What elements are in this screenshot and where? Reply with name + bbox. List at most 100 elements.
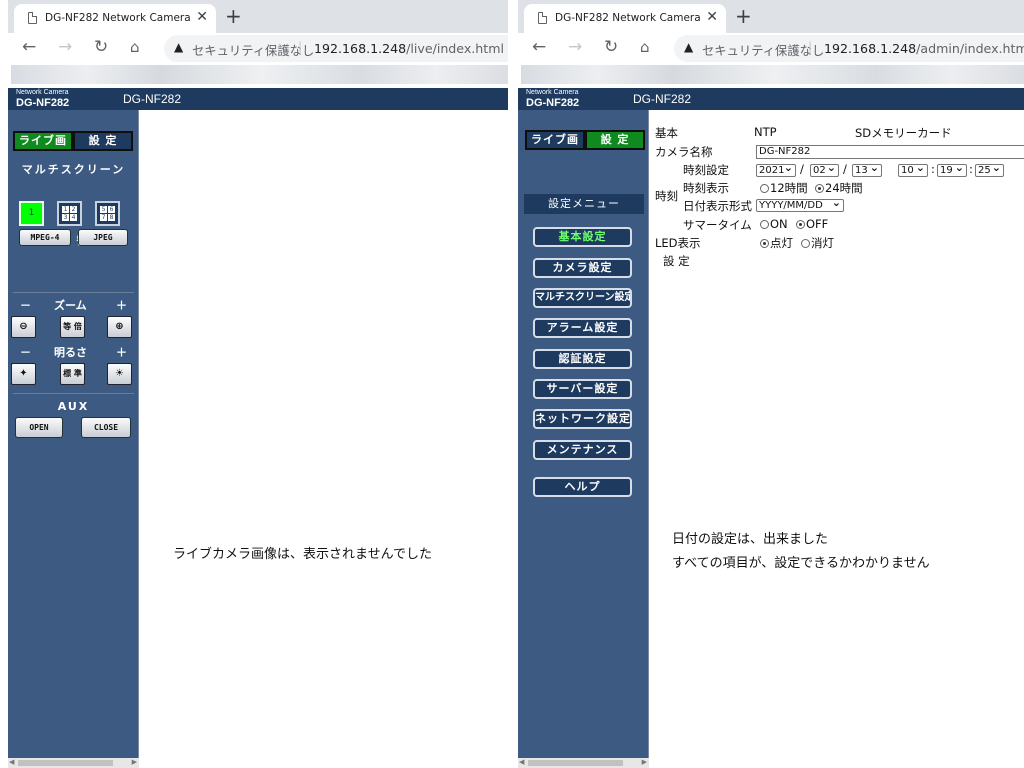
divider (13, 292, 134, 293)
month-select[interactable]: 02 (810, 162, 839, 177)
home-icon[interactable]: ⌂ (640, 37, 650, 57)
zoom-out-icon[interactable]: ⊖ (11, 316, 36, 338)
page-icon (538, 12, 547, 24)
zoom-plus-label: ＋ (116, 299, 127, 312)
divider (13, 393, 134, 394)
zoom-in-icon[interactable]: ⊕ (107, 316, 132, 338)
brightness-label: 明るさ (54, 346, 87, 359)
brand-line2: DG-NF282 (16, 97, 70, 109)
left-browser-window: DG-NF282 Network Camera ✕ + ← → ↻ ⌂ ▲ セキ… (8, 0, 508, 768)
radio-24h[interactable] (815, 184, 824, 193)
hour-select[interactable]: 10 (898, 162, 928, 177)
radio-led-on[interactable] (760, 239, 769, 248)
brightness-up-icon[interactable]: ☀ (107, 363, 132, 385)
radio-summer-off[interactable] (796, 220, 805, 229)
address-bar[interactable]: ▲ セキュリティ保護なし | 192.168.1.248/live/index.… (164, 35, 508, 62)
radio-12h[interactable] (760, 184, 769, 193)
menu-auth-settings[interactable]: 認証設定 (533, 349, 632, 369)
new-tab-icon[interactable]: + (735, 6, 752, 26)
tab-live[interactable]: ライブ画 (525, 130, 585, 150)
zoom-label: ズーム (54, 299, 87, 312)
close-tab-icon[interactable]: ✕ (196, 9, 208, 25)
new-tab-icon[interactable]: + (225, 6, 242, 26)
scroll-right-icon[interactable]: ▶ (132, 758, 137, 766)
url-text: 192.168.1.248/live/index.html (314, 41, 504, 56)
address-bar[interactable]: ▲ セキュリティ保護なし | 192.168.1.248/admin/index… (674, 35, 1024, 62)
result-message-line2: すべての項目が、設定できるかわかりません (672, 556, 930, 571)
radio-summer-on[interactable] (760, 220, 769, 229)
scroll-thumb[interactable] (18, 760, 113, 766)
tab-basic[interactable]: 基本 (655, 125, 678, 141)
tab-ntp[interactable]: NTP (754, 125, 777, 139)
horizontal-scrollbar[interactable]: ◀ ▶ (8, 758, 139, 768)
radio-led-off[interactable] (801, 239, 810, 248)
single-screen-button[interactable]: 1 (19, 201, 44, 226)
forward-icon[interactable]: → (58, 37, 72, 57)
time-group-label: 時刻 (655, 189, 678, 203)
year-select[interactable]: 2021 (756, 162, 796, 177)
tab-title: DG-NF282 Network Camera (555, 12, 701, 24)
menu-server-settings[interactable]: サーバー設定 (533, 379, 632, 399)
aux-label: AUX (57, 400, 90, 413)
browser-toolbar: ← → ↻ ⌂ ▲ セキュリティ保護なし | 192.168.1.248/adm… (518, 33, 1024, 64)
tab-settings[interactable]: 設 定 (585, 130, 645, 150)
browser-tab[interactable]: DG-NF282 Network Camera ✕ (524, 4, 726, 33)
camera-page: Network Camera DG-NF282 DG-NF282 ライブ画 設 … (8, 88, 508, 768)
camera-name-input[interactable]: DG-NF282 (756, 145, 1024, 159)
led-on-option[interactable]: 点灯 (760, 235, 793, 251)
multiscreen-label: マルチスクリーン (21, 163, 126, 176)
menu-maintenance[interactable]: メンテナンス (533, 440, 632, 460)
date-separator: / (800, 162, 804, 176)
aux-open-button[interactable]: OPEN (15, 417, 63, 438)
day-select[interactable]: 13 (852, 162, 882, 177)
reload-icon[interactable]: ↻ (604, 37, 618, 57)
time-12h-option[interactable]: 12時間 (760, 180, 808, 196)
menu-network-settings[interactable]: ネットワーク設定 (533, 409, 632, 429)
led-label: LED表示 (655, 236, 701, 250)
menu-camera-settings[interactable]: カメラ設定 (533, 258, 632, 278)
menu-alarm-settings[interactable]: アラーム設定 (533, 318, 632, 338)
reload-icon[interactable]: ↻ (94, 37, 108, 57)
aux-close-button[interactable]: CLOSE (81, 417, 131, 438)
minute-select[interactable]: 19 (937, 162, 967, 177)
menu-multiscreen-settings[interactable]: マルチスクリーン設定 (533, 288, 632, 308)
scroll-left-icon[interactable]: ◀ (9, 758, 14, 766)
back-icon[interactable]: ← (532, 37, 546, 57)
tab-live[interactable]: ライブ画 (13, 131, 73, 151)
summer-off-option[interactable]: OFF (796, 217, 828, 231)
second-select[interactable]: 25 (975, 162, 1004, 177)
scroll-right-icon[interactable]: ▶ (642, 758, 647, 766)
date-format-select[interactable]: YYYY/MM/DD (756, 197, 844, 212)
tab-strip: DG-NF282 Network Camera ✕ + (518, 0, 1024, 33)
time-24h-option[interactable]: 24時間 (815, 180, 863, 196)
close-tab-icon[interactable]: ✕ (706, 9, 718, 25)
quad-screen-5-8-button[interactable]: 5678 (95, 201, 120, 226)
browser-tab[interactable]: DG-NF282 Network Camera ✕ (14, 4, 216, 33)
menu-help[interactable]: ヘルプ (533, 477, 632, 497)
set-button[interactable]: 設 定 (663, 253, 690, 269)
tab-settings[interactable]: 設 定 (73, 131, 133, 151)
date-separator: / (843, 162, 847, 176)
scroll-left-icon[interactable]: ◀ (519, 758, 524, 766)
tab-sd-card[interactable]: SDメモリーカード (855, 125, 952, 141)
brightness-down-icon[interactable]: ✦ (11, 363, 36, 385)
scroll-thumb[interactable] (528, 760, 623, 766)
horizontal-scrollbar[interactable]: ◀ ▶ (518, 758, 649, 768)
menu-basic-settings[interactable]: 基本設定 (533, 227, 632, 247)
jpeg-button[interactable]: JPEG (78, 229, 128, 246)
quad-screen-1-4-button[interactable]: 1234 (57, 201, 82, 226)
led-off-option[interactable]: 消灯 (801, 235, 834, 251)
summer-on-option[interactable]: ON (760, 217, 788, 231)
time-set-label: 時刻設定 (683, 163, 729, 177)
brightness-standard-button[interactable]: 標 準 (60, 363, 85, 385)
screenshot: DG-NF282 Network Camera ✕ + ← → ↻ ⌂ ▲ セキ… (0, 0, 1024, 768)
back-icon[interactable]: ← (22, 37, 36, 57)
mpeg4-button[interactable]: MPEG-4 (19, 229, 71, 246)
brand-line1: Network Camera (526, 89, 579, 96)
summer-time-label: サマータイム (683, 218, 752, 232)
result-message-line1: 日付の設定は、出来ました (672, 532, 829, 547)
tab-title: DG-NF282 Network Camera (45, 12, 191, 24)
home-icon[interactable]: ⌂ (130, 37, 140, 57)
forward-icon[interactable]: → (568, 37, 582, 57)
zoom-1x-button[interactable]: 等 倍 (60, 316, 85, 338)
